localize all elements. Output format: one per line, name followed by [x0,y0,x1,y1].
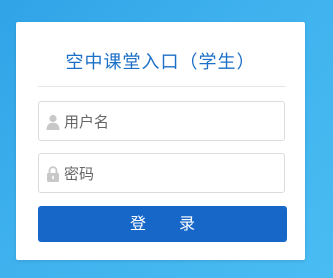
title-divider [38,86,286,87]
password-placeholder: 密码 [64,165,95,183]
login-title: 空中课堂入口（学生） [65,52,256,73]
lock-icon [46,166,60,182]
user-icon [46,114,60,130]
username-field[interactable]: 用户名 [38,101,285,141]
username-placeholder: 用户名 [64,113,110,131]
login-card: 空中课堂入口（学生） 用户名 密码 登 录 [16,22,305,260]
password-field[interactable]: 密码 [38,153,285,193]
login-button[interactable]: 登 录 [38,206,287,242]
